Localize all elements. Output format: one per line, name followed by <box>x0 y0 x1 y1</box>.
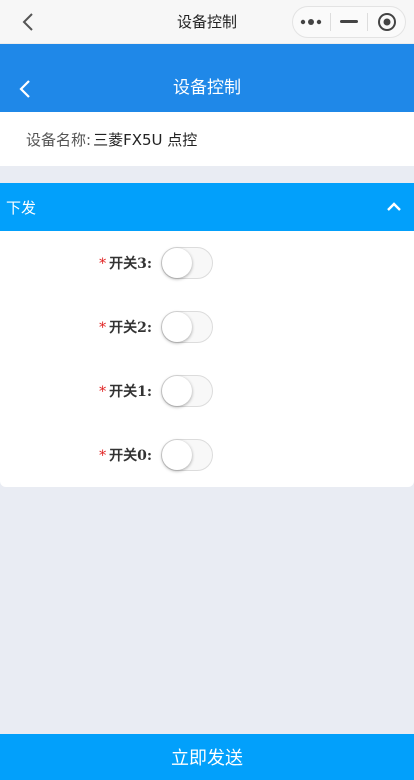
target-circle-icon <box>377 13 396 31</box>
app-header: 设备控制 <box>0 44 414 112</box>
minus-icon <box>340 20 358 23</box>
switch-toggle[interactable] <box>161 311 213 343</box>
device-name-value: 三菱FX5U 点控 <box>93 130 198 149</box>
capsule-menu <box>292 6 406 38</box>
switch-label: * 开关1: <box>0 381 152 401</box>
toggle-knob <box>162 440 192 470</box>
switch-toggle[interactable] <box>161 247 213 279</box>
required-mark: * <box>99 384 107 400</box>
collapse-toggle[interactable] <box>384 197 404 217</box>
chevron-up-icon <box>387 202 401 211</box>
switch-label-text: 开关1: <box>109 384 152 400</box>
switch-label: * 开关2: <box>0 317 152 337</box>
device-name-row: 设备名称: 三菱FX5U 点控 <box>0 112 414 166</box>
switch-label: * 开关3: <box>0 253 152 273</box>
section-title: 下发 <box>6 198 37 217</box>
required-mark: * <box>99 448 107 464</box>
required-mark: * <box>99 320 107 336</box>
switch-label: * 开关0: <box>0 445 152 465</box>
close-miniprogram-button[interactable] <box>368 7 405 37</box>
switch-row: * 开关0: <box>0 423 414 487</box>
send-now-button[interactable]: 立即发送 <box>0 734 414 780</box>
switch-label-text: 开关0: <box>109 448 152 464</box>
page-title: 设备控制 <box>173 78 241 98</box>
required-mark: * <box>99 256 107 272</box>
more-button[interactable] <box>293 7 330 37</box>
system-title-bar: 设备控制 <box>0 0 414 44</box>
switch-panel: * 开关3: * 开关2: * 开关1: * 开关0: <box>0 231 414 487</box>
switch-row: * 开关2: <box>0 295 414 359</box>
device-name-label: 设备名称: <box>26 130 92 149</box>
switch-toggle[interactable] <box>161 439 213 471</box>
toggle-knob <box>162 312 192 342</box>
section-header-xiafa[interactable]: 下发 <box>0 183 414 231</box>
switch-toggle[interactable] <box>161 375 213 407</box>
minimize-button[interactable] <box>331 7 368 37</box>
switch-label-text: 开关2: <box>109 320 152 336</box>
more-dots-icon <box>301 19 322 25</box>
switch-row: * 开关3: <box>0 231 414 295</box>
toggle-knob <box>162 248 192 278</box>
toggle-knob <box>162 376 192 406</box>
switch-label-text: 开关3: <box>109 256 152 272</box>
switch-row: * 开关1: <box>0 359 414 423</box>
